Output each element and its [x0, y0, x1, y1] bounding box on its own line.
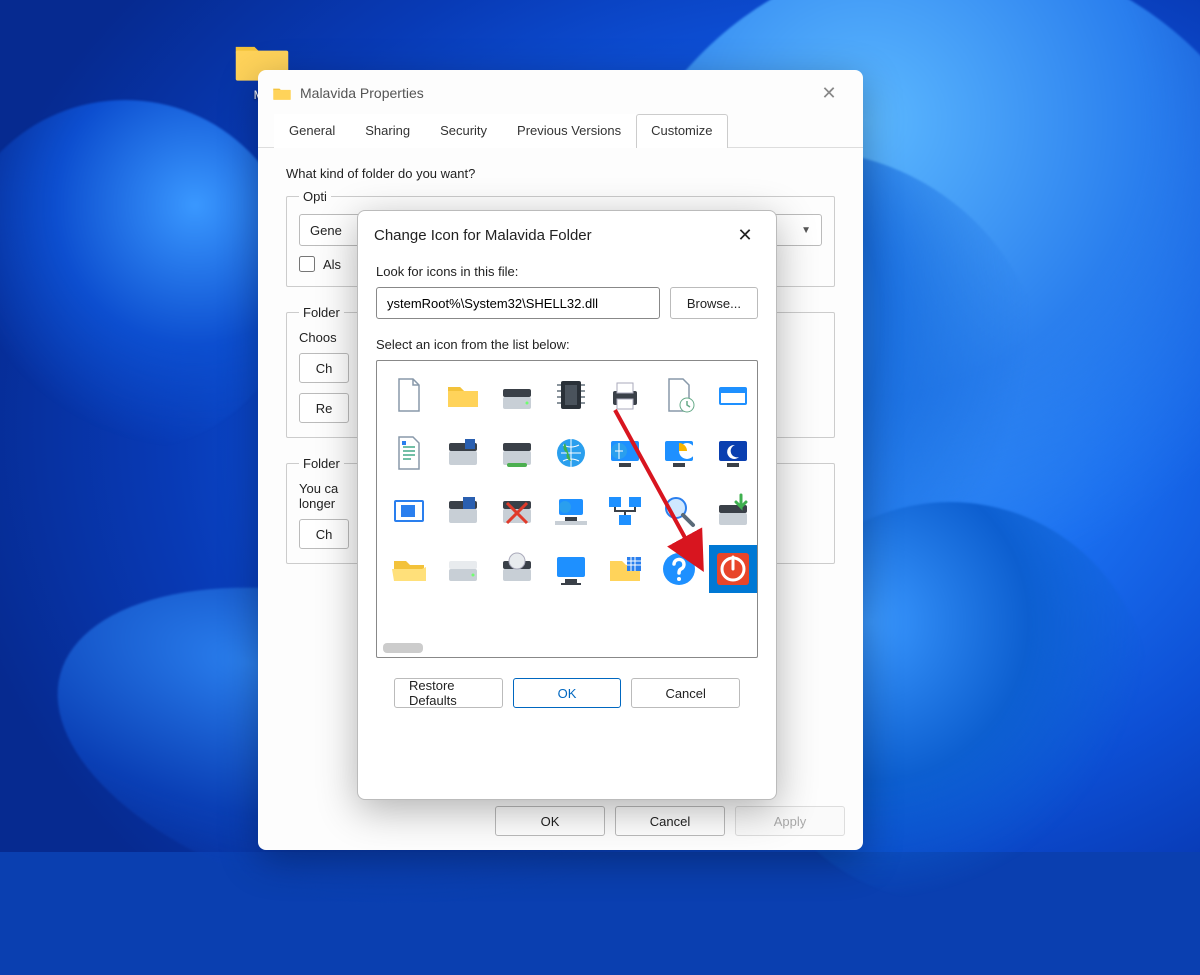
icon-option-help[interactable]: [655, 545, 703, 593]
icon-option-globe[interactable]: [547, 429, 595, 477]
monitor-icon: [551, 549, 591, 589]
select-icon-label: Select an icon from the list below:: [376, 337, 758, 352]
network-nodes-icon: [605, 491, 645, 531]
folder-grid-icon: [605, 549, 645, 589]
printer-icon: [605, 375, 645, 415]
install-drive-icon: [713, 491, 753, 531]
icon-option-document-clock[interactable]: [655, 371, 703, 419]
icon-option-network-nodes[interactable]: [601, 487, 649, 535]
what-kind-label: What kind of folder do you want?: [286, 166, 835, 181]
change-icon-dialog: Change Icon for Malavida Folder ✕ Look f…: [357, 210, 777, 800]
icon-option-open-folder[interactable]: [385, 545, 433, 593]
close-icon[interactable]: ✕: [809, 83, 849, 104]
open-folder-icon: [389, 549, 429, 589]
document-clock-icon: [659, 375, 699, 415]
tab-previous-versions[interactable]: Previous Versions: [502, 114, 636, 148]
optimize-combo-value: Gene: [310, 223, 342, 238]
removable-drive-icon: [497, 433, 537, 473]
floppy-drive-icon: [443, 433, 483, 473]
tab-customize[interactable]: Customize: [636, 114, 727, 148]
icon-option-folder[interactable]: [439, 371, 487, 419]
icon-option-floppy-drive-alt[interactable]: [439, 487, 487, 535]
icon-option-removable-drive[interactable]: [493, 429, 541, 477]
floppy-drive-alt-icon: [443, 491, 483, 531]
cancel-button[interactable]: Cancel: [631, 678, 740, 708]
text-document-icon: [389, 433, 429, 473]
folder-icons-legend: Folder: [299, 456, 344, 471]
icon-option-floppy-drive[interactable]: [439, 429, 487, 477]
browse-button[interactable]: Browse...: [670, 287, 758, 319]
icon-option-folder-grid[interactable]: [601, 545, 649, 593]
chart-screen-icon: [659, 433, 699, 473]
run-window-icon: [713, 375, 753, 415]
optimize-legend: Opti: [299, 189, 331, 204]
change-icon-footer: Restore Defaults OK Cancel: [376, 678, 758, 708]
icon-option-printer[interactable]: [601, 371, 649, 419]
apply-button[interactable]: Apply: [735, 806, 845, 836]
tab-general[interactable]: General: [274, 114, 350, 148]
icon-option-magnifier[interactable]: [655, 487, 703, 535]
icon-option-monitor[interactable]: [547, 545, 595, 593]
network-monitor-icon: [605, 433, 645, 473]
icon-option-text-document[interactable]: [385, 429, 433, 477]
look-for-icons-label: Look for icons in this file:: [376, 264, 758, 279]
drive-disconnected-icon: [497, 491, 537, 531]
icon-option-install-drive[interactable]: [709, 487, 757, 535]
change-icon-title: Change Icon for Malavida Folder: [374, 227, 730, 244]
icon-option-power[interactable]: [709, 545, 757, 593]
icon-option-optical-drive[interactable]: [493, 545, 541, 593]
change-icon-button[interactable]: Ch: [299, 519, 349, 549]
drive-icon: [443, 549, 483, 589]
icon-option-blank-document[interactable]: [385, 371, 433, 419]
icon-path-input[interactable]: [376, 287, 660, 319]
properties-title: Malavida Properties: [300, 85, 809, 101]
icon-list[interactable]: [376, 360, 758, 658]
chip-icon: [551, 375, 591, 415]
folder-pictures-legend: Folder: [299, 305, 344, 320]
change-icon-titlebar[interactable]: Change Icon for Malavida Folder ✕: [358, 211, 776, 256]
also-apply-input[interactable]: [299, 256, 315, 272]
ok-button[interactable]: OK: [495, 806, 605, 836]
properties-titlebar[interactable]: Malavida Properties ✕: [258, 70, 863, 114]
optical-drive-icon: [497, 549, 537, 589]
hard-drive-icon: [497, 375, 537, 415]
properties-footer: OK Cancel Apply: [495, 806, 845, 836]
icon-option-chip[interactable]: [547, 371, 595, 419]
cancel-button[interactable]: Cancel: [615, 806, 725, 836]
restore-default-picture-button[interactable]: Re: [299, 393, 349, 423]
choose-file-button[interactable]: Ch: [299, 353, 349, 383]
folder-icon: [443, 375, 483, 415]
folder-icon: [272, 85, 292, 101]
icon-option-night-screen[interactable]: [709, 429, 757, 477]
icon-option-hard-drive[interactable]: [493, 371, 541, 419]
close-icon[interactable]: ✕: [730, 225, 760, 246]
horizontal-scrollbar-thumb[interactable]: [383, 643, 423, 653]
icon-option-network-computer[interactable]: [547, 487, 595, 535]
icon-option-window[interactable]: [385, 487, 433, 535]
blank-document-icon: [389, 375, 429, 415]
also-apply-label: Als: [323, 257, 341, 272]
properties-tabstrip: General Sharing Security Previous Versio…: [258, 114, 863, 148]
icon-option-drive-disconnected[interactable]: [493, 487, 541, 535]
tab-security[interactable]: Security: [425, 114, 502, 148]
window-icon: [389, 491, 429, 531]
magnifier-icon: [659, 491, 699, 531]
chevron-down-icon: ▼: [801, 225, 811, 236]
icon-option-chart-screen[interactable]: [655, 429, 703, 477]
network-computer-icon: [551, 491, 591, 531]
tab-sharing[interactable]: Sharing: [350, 114, 425, 148]
ok-button[interactable]: OK: [513, 678, 622, 708]
icon-option-network-monitor[interactable]: [601, 429, 649, 477]
icon-option-drive[interactable]: [439, 545, 487, 593]
power-icon: [713, 549, 753, 589]
night-screen-icon: [713, 433, 753, 473]
help-icon: [659, 549, 699, 589]
globe-icon: [551, 433, 591, 473]
icon-option-run-window[interactable]: [709, 371, 757, 419]
restore-defaults-button[interactable]: Restore Defaults: [394, 678, 503, 708]
